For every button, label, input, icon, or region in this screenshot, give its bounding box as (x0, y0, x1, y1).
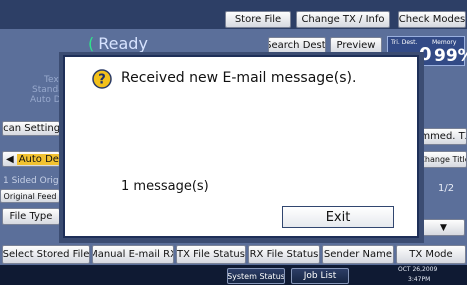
time-display: 3:47PM (408, 276, 431, 283)
tab-rx-file-status[interactable]: RX File Status (248, 245, 320, 264)
original-feed-button[interactable]: Original Feed (0, 189, 60, 203)
left-arrow-icon: ◀ (6, 153, 14, 165)
job-list-button[interactable]: Job List (291, 268, 349, 284)
email-notification-dialog: ? Received new E-mail message(s). 1 mess… (63, 55, 419, 238)
file-type-button[interactable]: File Type (2, 208, 60, 225)
immed-tx-button[interactable]: Immed. TX (422, 128, 467, 145)
check-modes-button[interactable]: Check Modes (398, 11, 466, 28)
tab-sender-name[interactable]: Sender Name (322, 245, 394, 264)
ready-indicator-icon: ( (88, 34, 95, 53)
change-title-button[interactable]: Change Title (422, 151, 467, 168)
tab-tx-file-status[interactable]: TX File Status (176, 245, 246, 264)
tab-manual-email-rx[interactable]: Manual E-mail RX (92, 245, 174, 264)
info-alert-icon: ? (92, 69, 112, 89)
change-tx-info-button[interactable]: Change TX / Info (296, 11, 390, 28)
date-display: OCT 26,2009 (398, 266, 438, 273)
tab-select-stored-file[interactable]: Select Stored File (2, 245, 90, 264)
scroll-down-button[interactable]: ▼ (422, 219, 465, 236)
page-indicator: 1/2 (438, 183, 455, 194)
tri-dest-label: Tri. Dest. (391, 39, 418, 46)
svg-text:?: ? (98, 73, 106, 88)
auto-detect-button[interactable]: ◀ Auto Detect (2, 151, 60, 167)
status-ready: (Ready (88, 34, 148, 53)
fax-screen: Store File Change TX / Info Check Modes … (0, 0, 467, 285)
message-count: 1 message(s) (121, 179, 209, 194)
dialog-message: Received new E-mail message(s). (121, 70, 357, 86)
system-status-button[interactable]: System Status (227, 268, 285, 284)
exit-button[interactable]: Exit (282, 206, 394, 228)
store-file-button[interactable]: Store File (225, 11, 291, 28)
memory-value: 99% (434, 46, 467, 66)
scan-settings-button[interactable]: Scan Settings (2, 121, 60, 136)
tab-tx-mode[interactable]: TX Mode (396, 245, 466, 264)
down-arrow-icon: ▼ (440, 222, 447, 233)
